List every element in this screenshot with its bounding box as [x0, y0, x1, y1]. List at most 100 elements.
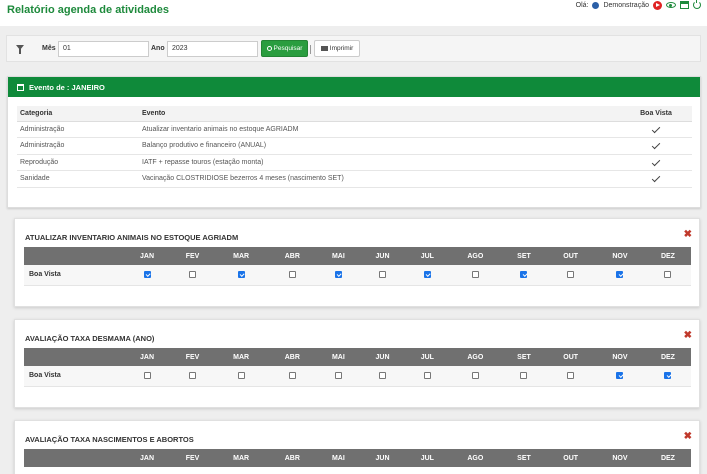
activity-title: AVALIAÇÃO TAXA DESMAMA (ANO) [25, 334, 155, 343]
video-icon[interactable] [653, 0, 662, 10]
month-checkbox-dez[interactable] [664, 372, 672, 380]
month-checkbox-jun[interactable] [379, 372, 387, 380]
month-header-dez: DEZ [644, 348, 691, 366]
printer-icon [320, 46, 328, 51]
column-header-evento: Evento [139, 106, 620, 122]
month-checkbox-mar[interactable] [237, 372, 245, 380]
month-cell [267, 366, 318, 387]
window-icon[interactable] [680, 1, 689, 9]
close-icon[interactable]: ✖ [684, 431, 692, 442]
month-input[interactable]: 01 [58, 41, 149, 57]
year-input[interactable]: 2023 [167, 41, 258, 57]
month-checkbox-dez[interactable] [664, 271, 672, 279]
print-button[interactable]: Imprimir [314, 40, 360, 57]
month-checkbox-nov[interactable] [616, 372, 624, 380]
month-checkbox-mai[interactable] [334, 271, 342, 279]
search-button-label: Pesquisar [273, 45, 303, 52]
month-header-ago: AGO [449, 449, 502, 467]
month-checkbox-abr[interactable] [288, 271, 296, 279]
month-cell [595, 265, 645, 286]
close-icon[interactable]: ✖ [684, 229, 692, 240]
close-icon[interactable]: ✖ [684, 330, 692, 341]
month-header-row: JAN FEV MAR ABR MAI JUN JUL AGO SET OUT NOV DEZ [24, 247, 691, 265]
page-title: Relatório agenda de atividades [7, 4, 169, 16]
month-header-mar: MAR [214, 348, 268, 366]
month-header-dez: DEZ [644, 247, 691, 265]
divider [310, 45, 311, 54]
month-checkbox-fev[interactable] [189, 271, 196, 279]
month-cell [214, 265, 268, 286]
month-header-set: SET [501, 449, 547, 467]
month-header-ago: AGO [449, 348, 502, 366]
month-checkbox-jan[interactable] [143, 372, 151, 380]
month-checkbox-fev[interactable] [189, 372, 196, 380]
month-cell [317, 265, 360, 286]
column-header-boa-vista: Boa Vista [620, 106, 692, 122]
month-header-nov: NOV [595, 449, 645, 467]
activity-card: AVALIAÇÃO TAXA DESMAMA (ANO) ✖ JAN FEV MAR… [14, 319, 700, 408]
user-icon [592, 1, 600, 9]
month-cell [124, 265, 171, 286]
month-header-row: JAN FEV MAR ABR MAI JUN JUL AGO SET OUT NOV DEZ [24, 449, 691, 467]
check-icon [651, 141, 661, 150]
greeting-label: Olá: [575, 1, 589, 9]
month-header-jun: JUN [359, 247, 406, 265]
cell-boa-vista [620, 170, 692, 188]
month-header-fev: FEV [170, 449, 215, 467]
month-header-jun: JUN [359, 449, 406, 467]
month-cell [170, 265, 215, 286]
month-header-set: SET [501, 247, 547, 265]
month-checkbox-ago[interactable] [471, 372, 479, 380]
month-checkbox-set[interactable] [520, 271, 528, 279]
month-header-corner [24, 348, 124, 366]
month-checkbox-jul[interactable] [423, 271, 431, 279]
column-header-categoria: Categoria [17, 106, 139, 122]
month-header-mar: MAR [214, 247, 268, 265]
month-header-jun: JUN [359, 348, 406, 366]
month-cell [267, 265, 318, 286]
month-header-fev: FEV [170, 247, 215, 265]
month-checkbox-nov[interactable] [616, 271, 624, 279]
month-label: Mês [42, 45, 56, 52]
year-label: Ano [151, 45, 165, 52]
search-button[interactable]: Pesquisar [261, 40, 308, 57]
month-grid: JAN FEV MAR ABR MAI JUN JUL AGO SET OUT NOV DEZ [24, 449, 691, 467]
power-icon[interactable] [693, 0, 701, 9]
month-checkbox-out[interactable] [567, 372, 575, 380]
check-icon [651, 124, 661, 133]
table-row: Reprodução IATF + repasse touros (estaçã… [17, 154, 692, 171]
month-cell [359, 366, 406, 387]
month-checkbox-mai[interactable] [334, 372, 342, 380]
month-checkbox-jan[interactable] [143, 271, 151, 279]
month-checkbox-jul[interactable] [423, 372, 431, 380]
month-grid: JAN FEV MAR ABR MAI JUN JUL AGO SET OUT NOV DEZ Boa … [24, 247, 691, 286]
month-header-mai: MAI [317, 348, 360, 366]
month-cell [124, 366, 171, 387]
month-header-abr: ABR [267, 449, 318, 467]
cell-categoria: Reprodução [17, 154, 139, 171]
month-checkbox-abr[interactable] [288, 372, 296, 380]
month-cell [644, 366, 691, 387]
event-panel-title: Evento de : JANEIRO [29, 82, 105, 92]
month-cell [214, 366, 268, 387]
activity-card: ATUALIZAR INVENTARIO ANIMAIS NO ESTOQUE … [14, 218, 700, 307]
cell-boa-vista [620, 154, 692, 171]
cell-categoria: Administração [17, 137, 139, 155]
month-checkbox-set[interactable] [520, 372, 528, 380]
month-checkbox-ago[interactable] [471, 271, 479, 279]
eye-icon[interactable] [666, 2, 676, 8]
month-header-jul: JUL [405, 348, 450, 366]
event-table-header: Categoria Evento Boa Vista [17, 106, 692, 122]
event-panel: Evento de : JANEIRO Categoria Evento Boa… [7, 76, 701, 208]
month-checkbox-mar[interactable] [237, 271, 245, 279]
month-checkbox-jun[interactable] [379, 271, 387, 279]
check-icon [651, 174, 661, 183]
month-cell [644, 265, 691, 286]
table-row: Boa Vista [24, 265, 691, 286]
month-header-jan: JAN [124, 449, 171, 467]
month-checkbox-out[interactable] [567, 271, 575, 279]
user-name[interactable]: Demonstração [603, 2, 649, 9]
row-label: Boa Vista [24, 366, 124, 387]
month-header-ago: AGO [449, 247, 502, 265]
cell-evento: Balanço produtivo e financeiro (ANUAL) [139, 137, 620, 155]
